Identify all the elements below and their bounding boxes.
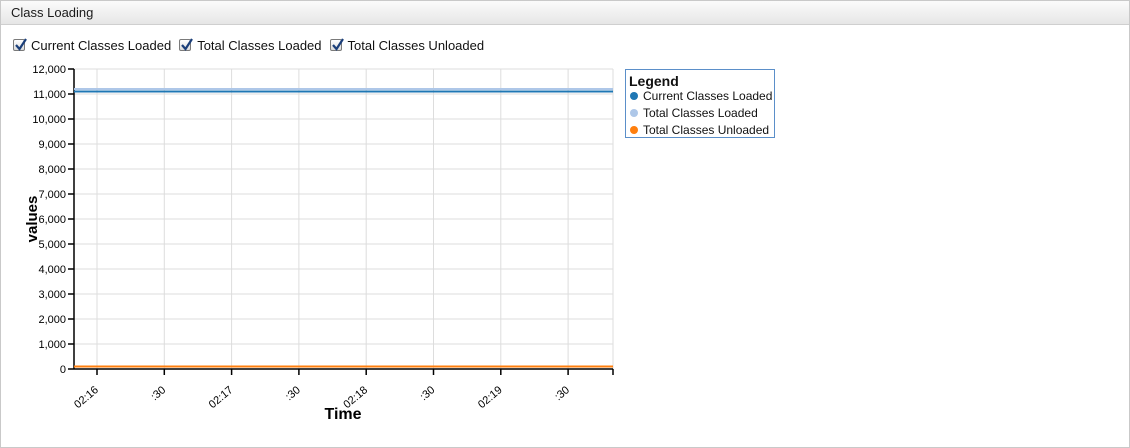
legend-label: Total Classes Unloaded <box>643 123 770 137</box>
y-axis-label: values <box>24 196 41 243</box>
y-tick-label: 10,000 <box>32 114 66 126</box>
y-tick-label: 2,000 <box>38 314 66 326</box>
legend-dot-icon <box>630 109 638 117</box>
y-tick-label: 0 <box>60 364 66 376</box>
legend-label: Total Classes Loaded <box>643 106 758 120</box>
x-axis-label: Time <box>324 406 361 423</box>
x-tick-label: 02:19 <box>476 384 505 411</box>
legend-item-total-classes-loaded: Total Classes Loaded <box>630 106 758 120</box>
x-tick-label: :30 <box>283 384 302 403</box>
y-tick-label: 11,000 <box>33 89 66 101</box>
class-loading-panel: Class Loading Current Classes Loaded Tot… <box>0 0 1130 448</box>
legend-label: Current Classes Loaded <box>643 89 773 103</box>
x-tick-label: :30 <box>418 384 437 403</box>
x-tick-label: 02:17 <box>207 384 236 411</box>
chart-legend: Legend Current Classes Loaded Total Clas… <box>625 69 775 138</box>
y-tick-label: 7,000 <box>38 189 66 201</box>
legend-dot-icon <box>630 92 638 100</box>
legend-dot-icon <box>630 126 638 134</box>
y-tick-label: 4,000 <box>38 264 66 276</box>
x-tick-label: :30 <box>149 384 168 403</box>
y-tick-label: 1,000 <box>38 339 66 351</box>
y-tick-label: 12,000 <box>32 64 66 76</box>
class-loading-chart: 0 1,000 2,000 3,000 4,000 5,000 6,000 7,000 8,00… <box>24 64 614 423</box>
x-tick-label: :30 <box>553 384 572 403</box>
y-tick-label: 5,000 <box>38 239 66 251</box>
legend-item-current-classes-loaded: Current Classes Loaded <box>630 89 772 103</box>
y-tick-label: 3,000 <box>38 289 66 301</box>
x-tick-label: 02:16 <box>72 384 101 411</box>
legend-item-total-classes-unloaded: Total Classes Unloaded <box>630 123 769 137</box>
y-tick-label: 9,000 <box>38 139 66 151</box>
y-tick-label: 8,000 <box>38 164 66 176</box>
legend-title: Legend <box>629 73 679 89</box>
y-tick-label: 6,000 <box>38 214 66 226</box>
